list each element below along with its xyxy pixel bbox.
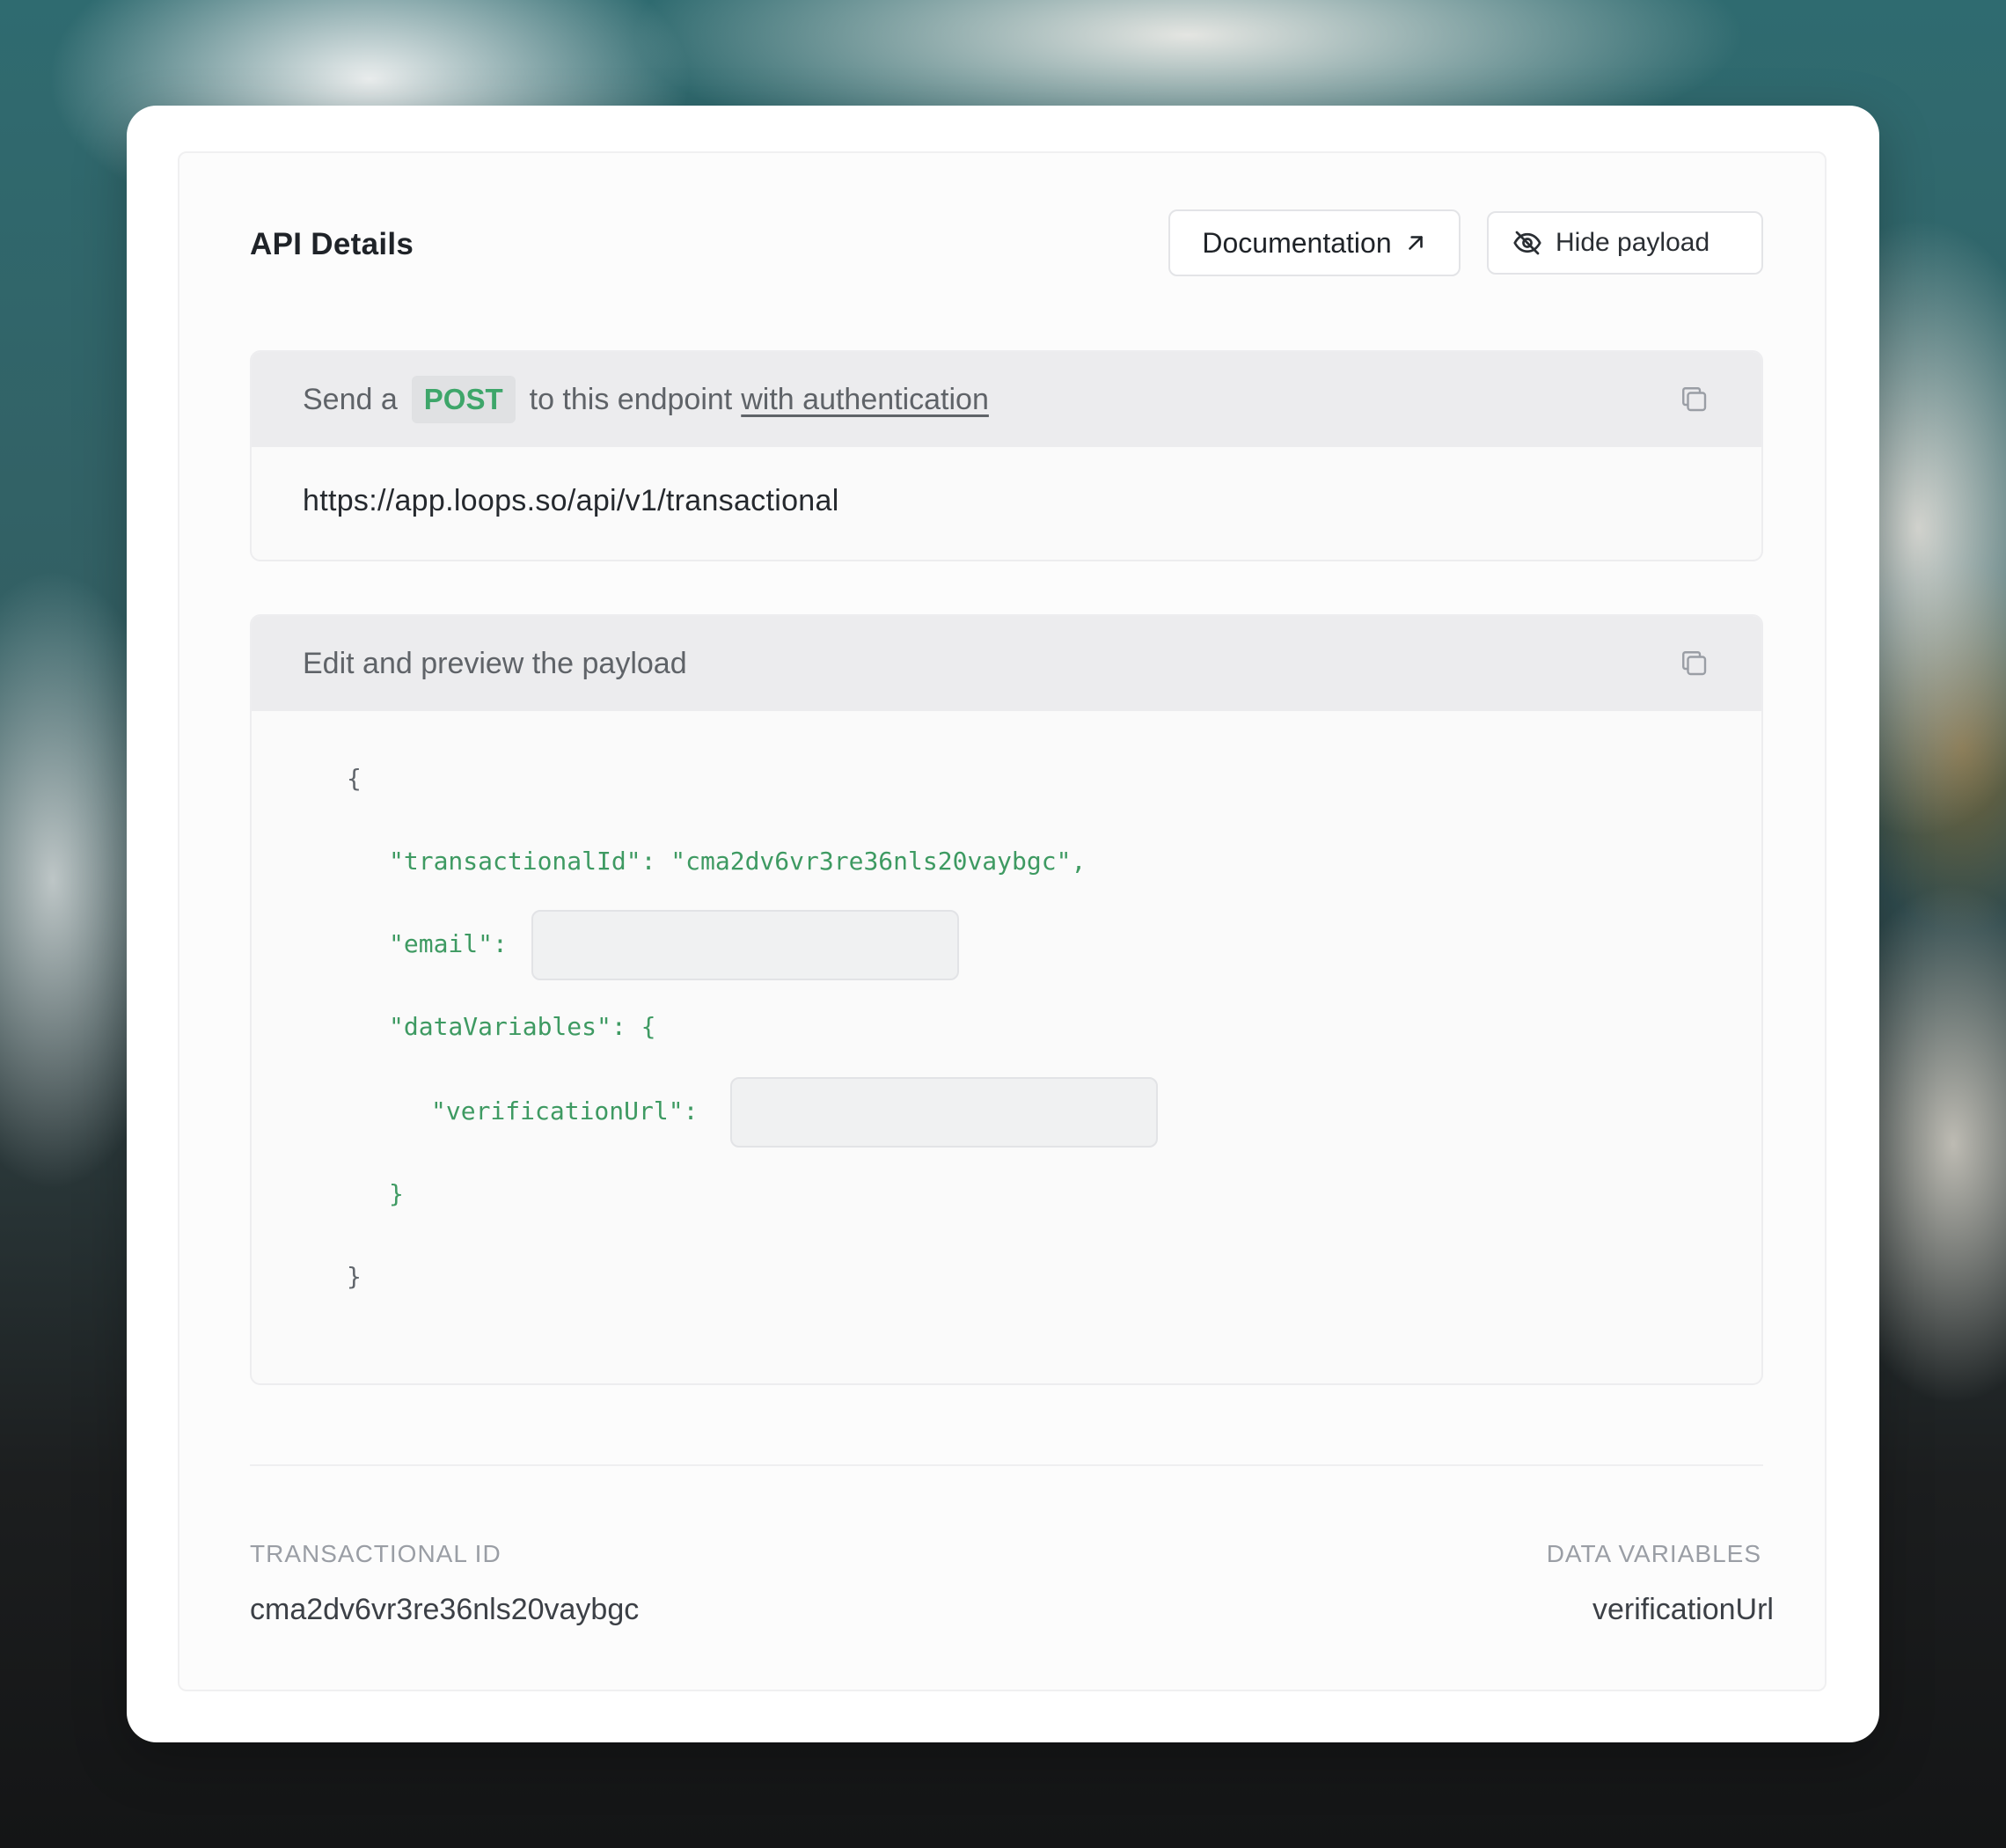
copy-icon[interactable] bbox=[1679, 384, 1710, 423]
transactional-id-value: cma2dv6vr3re36nls20vaybgc bbox=[250, 1593, 640, 1626]
method-badge: POST bbox=[411, 376, 516, 423]
api-details-card: API Details Documentation Hide payload S… bbox=[127, 106, 1879, 1742]
payload-panel-header: Edit and preview the payload bbox=[252, 616, 1761, 711]
authentication-link[interactable]: with authentication bbox=[741, 383, 989, 417]
payload-close-brace: } bbox=[347, 1262, 362, 1291]
api-details-panel: API Details Documentation Hide payload S… bbox=[178, 151, 1827, 1691]
copy-icon[interactable] bbox=[1679, 648, 1710, 687]
data-variables-label: DATA VARIABLES bbox=[1546, 1540, 1761, 1567]
endpoint-prefix: Send a bbox=[303, 382, 398, 416]
payload-inner-close-brace: } bbox=[389, 1179, 404, 1208]
documentation-button[interactable]: Documentation bbox=[1168, 209, 1461, 276]
verification-url-input[interactable] bbox=[730, 1077, 1158, 1148]
arrow-up-right-icon bbox=[1404, 231, 1427, 254]
payload-open-brace: { bbox=[347, 764, 362, 793]
data-variables-value: verificationUrl bbox=[1592, 1593, 1774, 1626]
page-title: API Details bbox=[250, 227, 414, 261]
email-input[interactable] bbox=[531, 910, 959, 980]
payload-panel: Edit and preview the payload { "transact… bbox=[250, 614, 1763, 1385]
payload-heading: Edit and preview the payload bbox=[303, 646, 687, 680]
section-divider bbox=[250, 1464, 1763, 1466]
eye-off-icon bbox=[1512, 227, 1543, 259]
payload-data-variables-line: "dataVariables": { bbox=[389, 1012, 656, 1041]
endpoint-url: https://app.loops.so/api/v1/transactiona… bbox=[303, 484, 839, 517]
endpoint-middle: to this endpoint bbox=[529, 382, 733, 416]
endpoint-panel-header: Send a POST to this endpoint with authen… bbox=[252, 352, 1761, 447]
hide-payload-label: Hide payload bbox=[1556, 228, 1710, 257]
payload-verification-key: "verificationUrl": bbox=[431, 1096, 699, 1126]
endpoint-panel: Send a POST to this endpoint with authen… bbox=[250, 350, 1763, 561]
documentation-label: Documentation bbox=[1202, 226, 1392, 259]
payload-email-key: "email": bbox=[389, 929, 508, 958]
transactional-id-label: TRANSACTIONAL ID bbox=[250, 1540, 502, 1567]
hide-payload-button[interactable]: Hide payload bbox=[1487, 211, 1763, 275]
payload-transactional-line: "transactionalId": "cma2dv6vr3re36nls20v… bbox=[389, 847, 1087, 876]
